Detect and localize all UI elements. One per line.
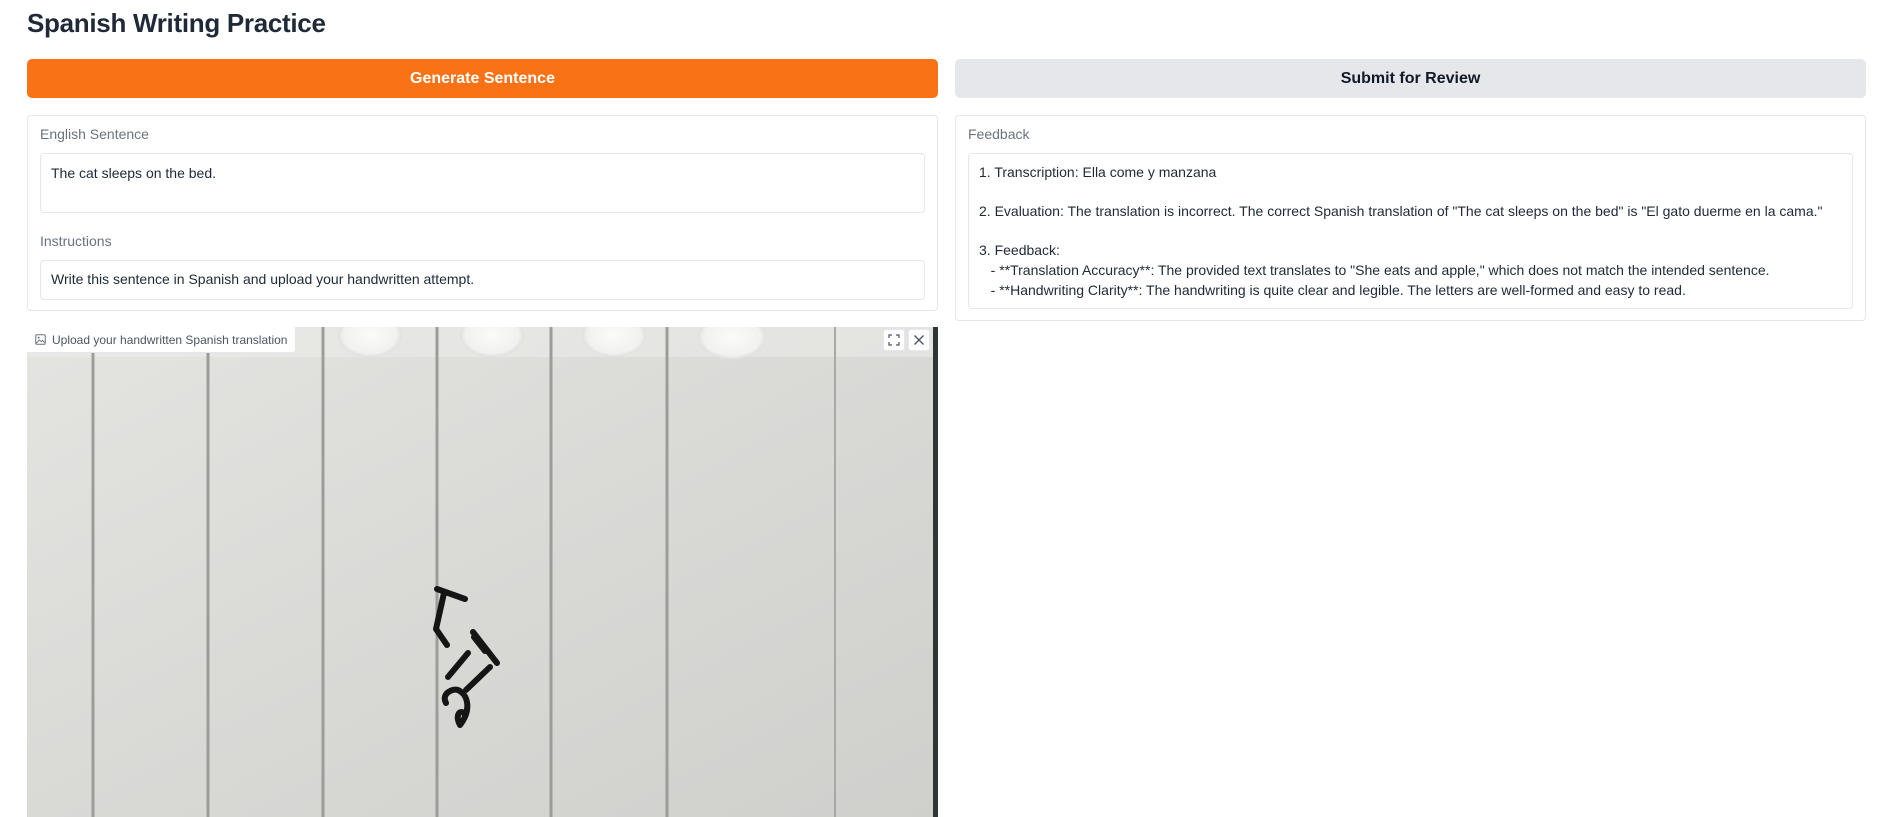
feedback-field[interactable]: 1. Transcription: Ella come y manzana 2.… <box>968 153 1853 309</box>
image-upload-label: Upload your handwritten Spanish translat… <box>27 327 297 353</box>
feedback-panel: Feedback 1. Transcription: Ella come y m… <box>955 115 1866 321</box>
uploaded-handwriting-photo <box>27 327 938 817</box>
feedback-line: 1. Transcription: Ella come y manzana <box>979 164 1217 180</box>
english-sentence-label: English Sentence <box>40 126 149 142</box>
image-upload-panel[interactable]: Upload your handwritten Spanish translat… <box>27 327 938 817</box>
feedback-line <box>979 222 1842 242</box>
english-sentence-field[interactable]: The cat sleeps on the bed. <box>40 153 925 213</box>
input-panel: English Sentence The cat sleeps on the b… <box>27 115 938 311</box>
close-icon[interactable] <box>908 329 930 351</box>
page-title: Spanish Writing Practice <box>27 8 326 38</box>
feedback-line: - **Translation Accuracy**: The provided… <box>979 261 1770 278</box>
image-upload-label-text: Upload your handwritten Spanish translat… <box>52 332 288 347</box>
feedback-line: 3. Feedback: <box>979 242 1060 259</box>
fullscreen-icon[interactable] <box>883 329 905 351</box>
instructions-label: Instructions <box>40 233 112 249</box>
feedback-line <box>979 183 1842 203</box>
instructions-field[interactable]: Write this sentence in Spanish and uploa… <box>40 260 925 300</box>
submit-for-review-button[interactable]: Submit for Review <box>955 59 1866 98</box>
feedback-line: - **Handwriting Clarity**: The handwriti… <box>979 281 1686 298</box>
generate-sentence-button[interactable]: Generate Sentence <box>27 59 938 98</box>
feedback-line: 2. Evaluation: The translation is incorr… <box>979 203 1823 220</box>
image-icon <box>35 334 46 345</box>
feedback-label: Feedback <box>968 126 1030 142</box>
